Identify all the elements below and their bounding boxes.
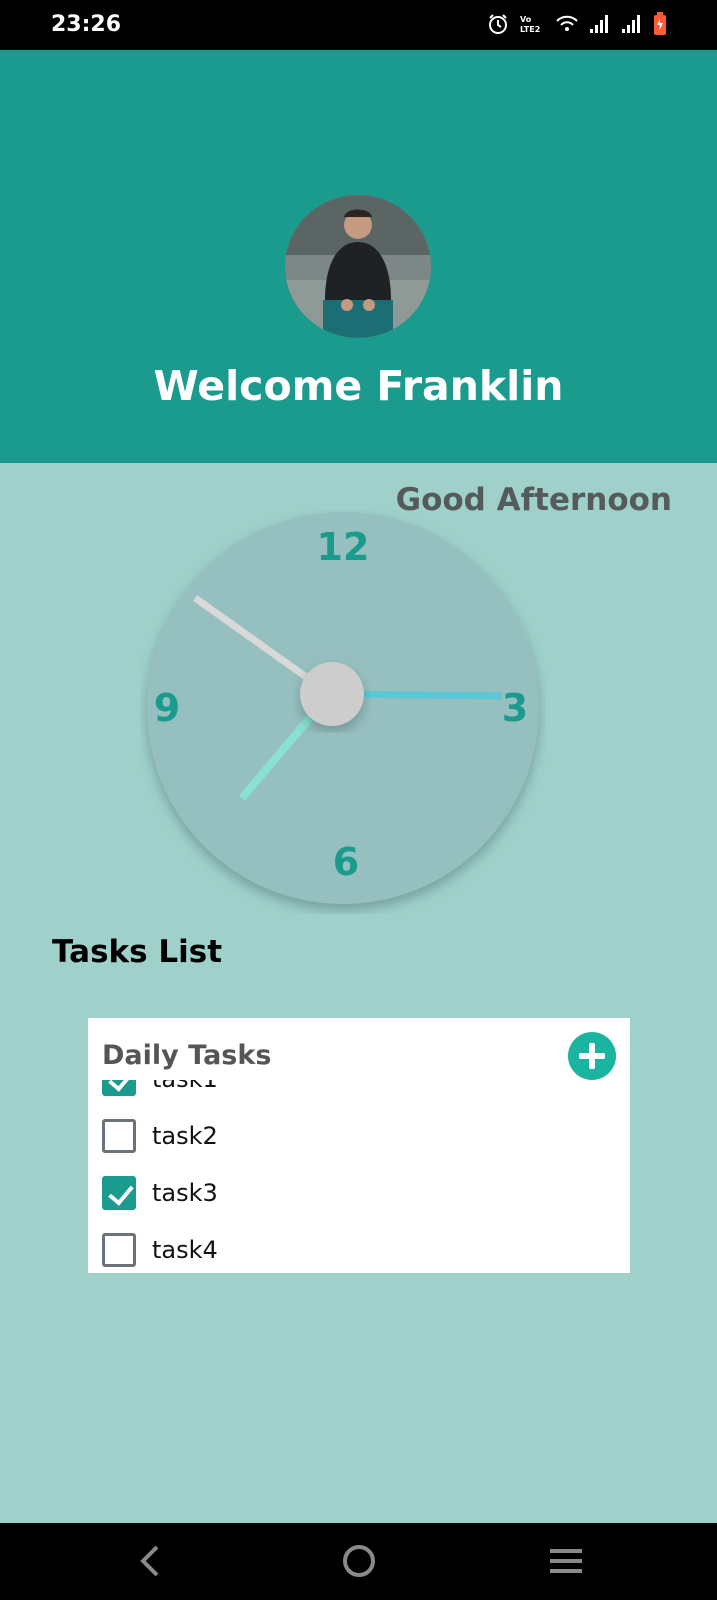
status-bar: 23:26 Vo LTE2 (0, 0, 717, 50)
menu-icon (550, 1549, 582, 1573)
welcome-title: Welcome Franklin (153, 362, 564, 410)
avatar[interactable] (285, 195, 431, 338)
task-checkbox[interactable] (102, 1232, 136, 1267)
clock-numeral-6: 6 (333, 840, 359, 884)
home-button[interactable] (339, 1541, 379, 1581)
clock-numeral-12: 12 (317, 525, 370, 569)
status-icons: Vo LTE2 (487, 12, 667, 41)
alarm-icon (487, 13, 509, 40)
clock-numeral-9: 9 (154, 686, 180, 730)
volte-icon: Vo LTE2 (519, 13, 545, 40)
back-icon (140, 1545, 159, 1577)
task-label: task4 (152, 1235, 218, 1264)
home-icon (343, 1545, 375, 1577)
task-item[interactable]: task4 (88, 1221, 630, 1273)
navigation-bar (0, 1523, 717, 1600)
daily-tasks-card: Daily Tasks task1 task2 task3 task4 (88, 1018, 630, 1273)
task-list: task1 task2 task3 task4 (88, 1050, 630, 1273)
clock-numeral-3: 3 (502, 686, 528, 730)
svg-text:Vo: Vo (520, 15, 532, 24)
svg-text:LTE2: LTE2 (520, 25, 540, 34)
signal-icon (589, 14, 611, 39)
back-button[interactable] (131, 1541, 171, 1581)
menu-button[interactable] (546, 1541, 586, 1581)
analog-clock: 12 3 6 9 (140, 510, 546, 914)
task-checkbox[interactable] (102, 1175, 136, 1210)
task-checkbox[interactable] (102, 1118, 136, 1153)
task-item[interactable]: task3 (88, 1164, 630, 1221)
daily-tasks-title: Daily Tasks (102, 1040, 278, 1071)
task-label: task3 (152, 1178, 218, 1207)
task-label: task2 (152, 1121, 218, 1150)
status-time: 23:26 (51, 12, 122, 37)
profile-header: Welcome Franklin (0, 50, 717, 463)
tasks-list-title: Tasks List (52, 934, 223, 970)
battery-icon (653, 12, 667, 41)
add-task-button[interactable] (568, 1032, 616, 1080)
clock-center (300, 662, 364, 726)
signal-icon-2 (621, 14, 643, 39)
task-item[interactable]: task2 (88, 1107, 630, 1164)
wifi-icon (555, 14, 579, 39)
